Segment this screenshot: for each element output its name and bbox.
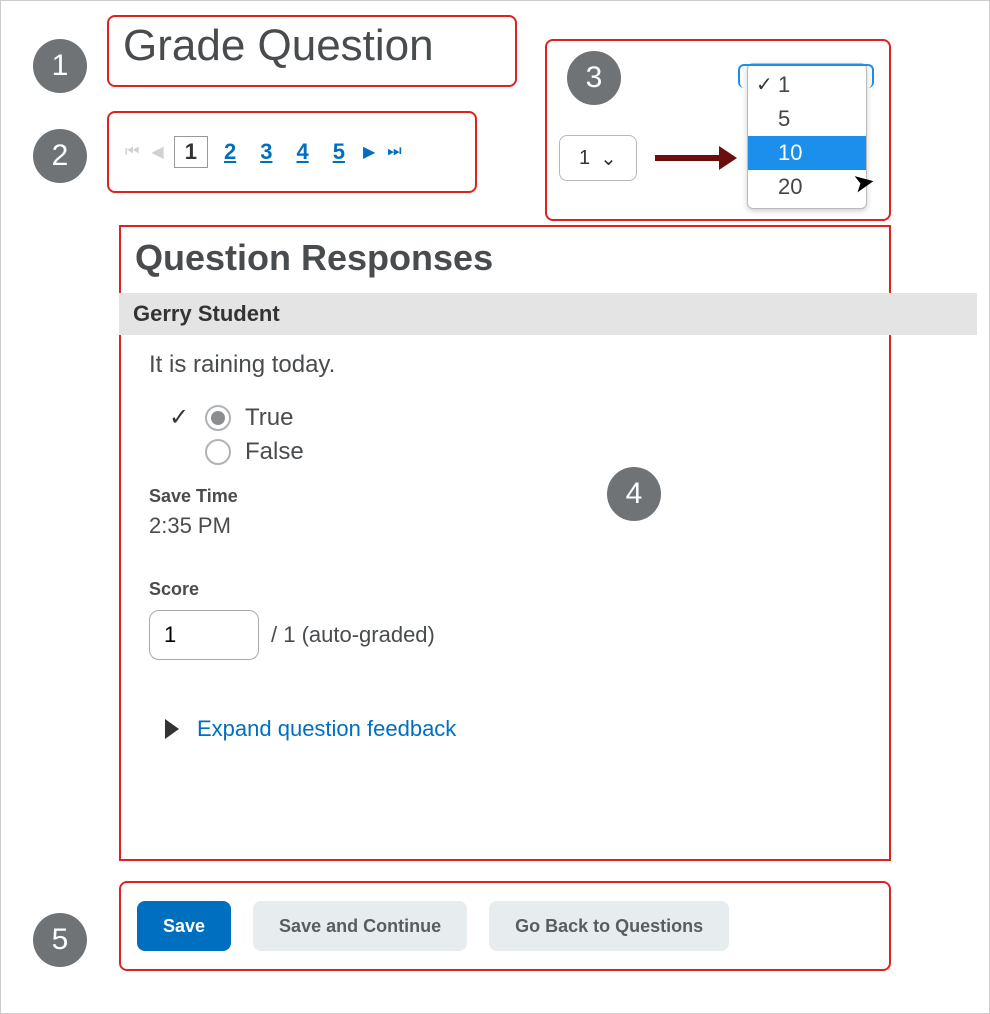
pagination-last-icon[interactable]: ⏭ <box>385 143 403 161</box>
student-name-bar: Gerry Student <box>119 293 977 335</box>
pagination: ⏮ ◀ 1 2 3 4 5 ▶ ⏭ <box>107 111 477 193</box>
per-page-option-5[interactable]: 5 <box>748 102 866 136</box>
per-page-option-1[interactable]: 1 <box>748 68 866 102</box>
annotation-arrow-icon <box>655 155 725 161</box>
score-input[interactable] <box>149 610 259 660</box>
callout-badge-2: 2 <box>33 129 87 183</box>
callout-badge-5: 5 <box>33 913 87 967</box>
per-page-dropdown[interactable]: 1 5 10 20 <box>747 63 867 209</box>
per-page-select[interactable]: 1 ⌄ <box>559 135 637 181</box>
pagination-page-2[interactable]: 2 <box>216 139 244 165</box>
title-area: Grade Question <box>107 15 517 87</box>
per-page-option-20[interactable]: 20 <box>748 170 866 204</box>
question-responses-panel: Question Responses Gerry Student It is r… <box>119 225 891 861</box>
pagination-page-5[interactable]: 5 <box>325 139 353 165</box>
answer-label-false: False <box>245 438 304 466</box>
pagination-first-icon[interactable]: ⏮ <box>123 143 141 161</box>
callout-badge-4: 4 <box>607 467 661 521</box>
cursor-icon: ➤ <box>850 165 877 199</box>
radio-true[interactable] <box>205 405 231 431</box>
expand-triangle-icon <box>165 719 179 739</box>
answer-label-true: True <box>245 404 293 432</box>
callout-badge-1: 1 <box>33 39 87 93</box>
pagination-page-3[interactable]: 3 <box>252 139 280 165</box>
chevron-down-icon: ⌄ <box>600 146 617 171</box>
score-denominator: / 1 (auto-graded) <box>271 622 435 648</box>
expand-feedback-label: Expand question feedback <box>197 716 456 742</box>
save-button[interactable]: Save <box>137 901 231 951</box>
page-title: Grade Question <box>109 17 515 75</box>
save-time-value: 2:35 PM <box>149 513 861 539</box>
pagination-prev-icon[interactable]: ◀ <box>149 142 165 162</box>
answer-row-true: ✓ True <box>169 403 861 432</box>
question-text: It is raining today. <box>149 351 861 379</box>
pagination-page-4[interactable]: 4 <box>288 139 316 165</box>
expand-feedback-toggle[interactable]: Expand question feedback <box>165 716 861 742</box>
answer-row-false: False <box>169 438 861 466</box>
per-page-area: 1 ⌄ 1 5 10 20 ➤ <box>545 39 891 221</box>
pagination-page-1[interactable]: 1 <box>174 136 208 168</box>
per-page-option-10[interactable]: 10 <box>748 136 866 170</box>
per-page-value: 1 <box>579 147 590 170</box>
action-buttons-row: Save Save and Continue Go Back to Questi… <box>119 881 891 971</box>
save-and-continue-button[interactable]: Save and Continue <box>253 901 467 951</box>
go-back-button[interactable]: Go Back to Questions <box>489 901 729 951</box>
pagination-next-icon[interactable]: ▶ <box>361 142 377 162</box>
radio-false[interactable] <box>205 439 231 465</box>
save-time-label: Save Time <box>149 486 861 507</box>
score-label: Score <box>149 579 861 600</box>
correct-check-icon: ✓ <box>169 403 191 432</box>
responses-heading: Question Responses <box>121 227 889 293</box>
